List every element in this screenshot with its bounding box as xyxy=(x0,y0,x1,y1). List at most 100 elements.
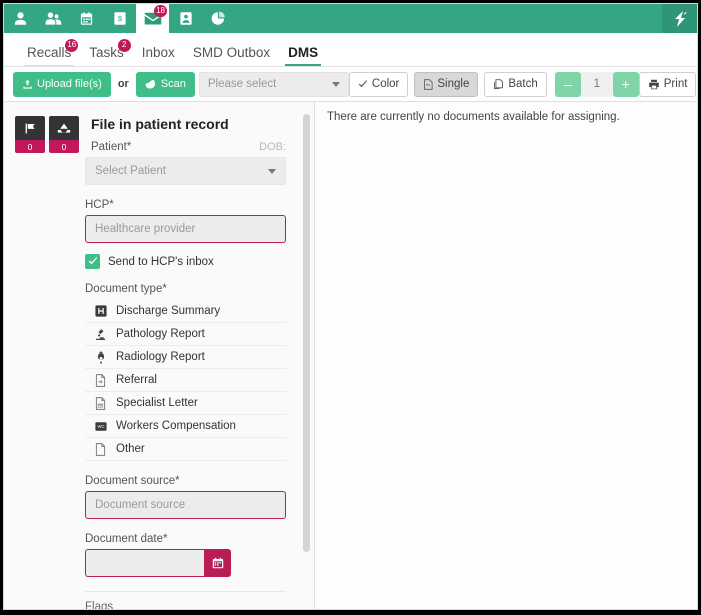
hcp-input[interactable]: Healthcare provider xyxy=(85,215,286,243)
doctype-label: Workers Compensation xyxy=(116,420,236,432)
scan-button[interactable]: Scan xyxy=(135,71,195,97)
doctype-label: Other xyxy=(116,443,145,455)
chevron-down-icon xyxy=(268,168,276,174)
color-button[interactable]: Color xyxy=(348,71,409,97)
form-divider xyxy=(85,591,286,592)
upload-files-label: Upload file(s) xyxy=(37,78,102,90)
tab-recalls-badge: 16 xyxy=(65,39,79,52)
section-tabs: Recalls 16 Tasks 2 Inbox SMD Outbox DMS xyxy=(4,33,697,67)
tab-recalls[interactable]: Recalls 16 xyxy=(18,39,80,66)
document-letter-icon xyxy=(94,396,107,410)
nav-icon-people-group[interactable] xyxy=(37,4,70,33)
flag-badge-flag[interactable]: 0 xyxy=(15,116,45,153)
doctype-label: Discharge Summary xyxy=(116,305,221,317)
document-source-input[interactable]: Document source xyxy=(85,491,286,519)
doctype-pathology-report[interactable]: Pathology Report xyxy=(85,323,286,346)
flag-icon xyxy=(15,116,45,140)
hospital-box-icon xyxy=(94,305,107,317)
scan-mode-group: Color Single Batch xyxy=(348,71,547,97)
tab-dms[interactable]: DMS xyxy=(279,45,327,66)
scan-label: Scan xyxy=(160,78,186,90)
main-body: 0 0 File in patient record Patient* DOB: xyxy=(4,102,697,609)
document-type-label-row: Document type* xyxy=(85,283,286,295)
empty-state-message: There are currently no documents availab… xyxy=(327,111,620,123)
flag-badge-group: 0 0 xyxy=(15,116,79,153)
document-date-label: Document date* xyxy=(85,533,168,545)
doctype-label: Radiology Report xyxy=(116,351,205,363)
document-referral-icon xyxy=(94,373,107,387)
tab-inbox[interactable]: Inbox xyxy=(133,45,184,66)
tab-smd-outbox[interactable]: SMD Outbox xyxy=(184,45,279,66)
calendar-icon xyxy=(212,557,223,569)
messages-badge: 18 xyxy=(154,5,167,17)
flag-badge-inbox[interactable]: 0 xyxy=(49,116,79,153)
print-button[interactable]: Print xyxy=(638,71,697,97)
nav-icon-reports[interactable] xyxy=(202,4,235,33)
dob-label: DOB: xyxy=(259,141,286,153)
doctype-radiology-report[interactable]: Radiology Report xyxy=(85,346,286,369)
doctype-label: Specialist Letter xyxy=(116,397,198,409)
field-gap-4 xyxy=(85,519,286,533)
documents-panel: There are currently no documents availab… xyxy=(315,102,697,609)
tab-smd-outbox-label: SMD Outbox xyxy=(192,45,271,60)
increment-button[interactable]: + xyxy=(612,71,639,97)
document-source-label-row: Document source* xyxy=(85,475,286,487)
single-page-icon xyxy=(424,78,433,90)
tab-inbox-label: Inbox xyxy=(141,45,175,60)
patient-select[interactable]: Select Patient xyxy=(85,157,286,185)
doctype-referral[interactable]: Referral xyxy=(85,369,286,392)
form-scrollbar-thumb[interactable] xyxy=(303,114,310,552)
blank-document-icon xyxy=(94,442,107,456)
hcp-placeholder: Healthcare provider xyxy=(95,223,196,235)
dms-toolbar: Upload file(s) or Scan Please select Col… xyxy=(4,67,697,102)
document-type-label: Document type* xyxy=(85,283,167,295)
scanner-select[interactable]: Please select xyxy=(198,71,349,97)
top-navigation-bar: $ 18 xyxy=(4,4,697,33)
patient-label: Patient* xyxy=(91,141,132,153)
upload-files-button[interactable]: Upload file(s) xyxy=(13,71,111,97)
decrement-button[interactable]: – xyxy=(554,71,581,97)
nav-icon-person[interactable] xyxy=(4,4,37,33)
flags-label: Flags xyxy=(85,601,114,609)
field-gap xyxy=(85,185,286,199)
patient-label-row: Patient* DOB: xyxy=(91,141,286,153)
doctype-workers-compensation[interactable]: WC Workers Compensation xyxy=(85,415,286,438)
chevron-down-icon xyxy=(331,81,340,87)
document-date-input[interactable] xyxy=(85,549,204,577)
batch-button[interactable]: Batch xyxy=(484,71,547,97)
toolbar-right-group: Print xyxy=(638,71,697,97)
patient-select-value: Select Patient xyxy=(95,165,166,177)
doctype-other[interactable]: Other xyxy=(85,438,286,461)
nav-icon-messages[interactable]: 18 xyxy=(136,4,169,33)
document-date-row xyxy=(85,549,286,577)
doctype-specialist-letter[interactable]: Specialist Letter xyxy=(85,392,286,415)
top-nav-icon-group: $ 18 xyxy=(4,4,235,33)
application-window: $ 18 Recalls 16 Tasks 2 Inbox SMD Outbox… xyxy=(3,3,698,610)
single-label: Single xyxy=(437,78,470,90)
microscope-icon xyxy=(94,328,107,341)
doctype-discharge-summary[interactable]: Discharge Summary xyxy=(85,300,286,323)
wc-box-icon: WC xyxy=(94,421,107,432)
document-date-label-row: Document date* xyxy=(85,533,286,545)
hcp-label: HCP* xyxy=(85,199,114,211)
form-content: 0 0 File in patient record Patient* DOB: xyxy=(4,102,314,609)
color-label: Color xyxy=(371,78,400,90)
date-picker-button[interactable] xyxy=(204,549,231,577)
tab-tasks[interactable]: Tasks 2 xyxy=(80,39,133,66)
nav-icon-calendar[interactable] xyxy=(70,4,103,33)
flag-badge-flag-count: 0 xyxy=(15,140,45,153)
page-count-value[interactable]: 1 xyxy=(580,71,613,97)
send-to-hcp-inbox-row[interactable]: Send to HCP's inbox xyxy=(85,254,286,269)
single-button[interactable]: Single xyxy=(414,71,479,97)
or-separator: or xyxy=(117,78,129,90)
field-gap-2 xyxy=(85,269,286,283)
nav-icon-contact-card[interactable] xyxy=(169,4,202,33)
check-icon xyxy=(358,79,368,87)
tab-tasks-badge: 2 xyxy=(117,39,131,52)
nav-icon-billing[interactable]: $ xyxy=(103,4,136,33)
plus-icon: + xyxy=(621,76,630,92)
send-to-hcp-inbox-label: Send to HCP's inbox xyxy=(108,255,214,268)
field-gap-3 xyxy=(85,461,286,475)
app-logo[interactable] xyxy=(662,4,697,33)
send-to-hcp-inbox-checkbox[interactable] xyxy=(85,254,100,269)
